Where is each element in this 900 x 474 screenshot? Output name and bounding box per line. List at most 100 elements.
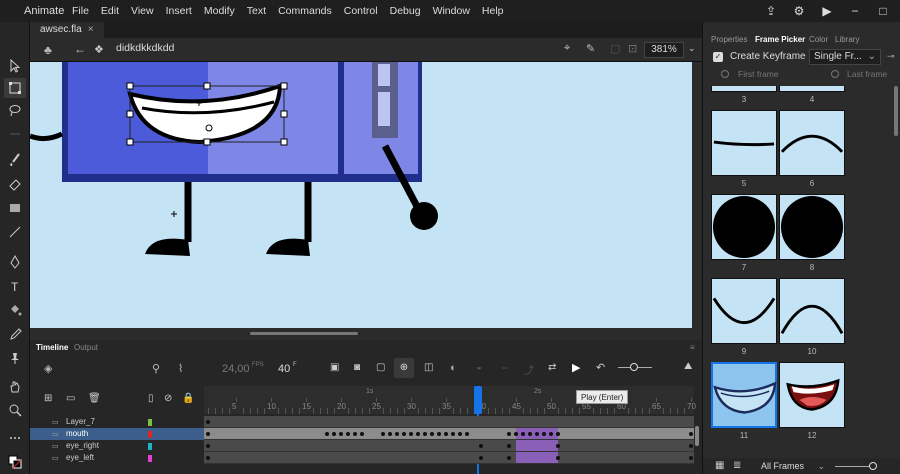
keyframe-dot[interactable] <box>514 432 518 436</box>
frame-thumbnail[interactable] <box>779 86 845 92</box>
auto-keyframe-icon[interactable]: ⊕ <box>394 358 414 378</box>
keyframe-dot[interactable] <box>388 432 392 436</box>
layer-row-eye-right[interactable]: ▭ eye_right <box>30 440 204 452</box>
create-keyframe-checkbox[interactable]: ✓ <box>713 52 723 62</box>
menu-insert[interactable]: Insert <box>160 5 198 17</box>
swap-icon[interactable]: ⇔ <box>500 362 510 373</box>
keyframe-dot[interactable] <box>339 432 343 436</box>
frame-row[interactable] <box>204 440 694 452</box>
menu-control[interactable]: Control <box>338 5 384 17</box>
layer-name[interactable]: Layer_7 <box>66 417 95 426</box>
thumbs-scrollbar-thumb[interactable] <box>894 86 898 136</box>
keyframe-dot[interactable] <box>451 432 455 436</box>
scrollbar-thumb[interactable] <box>250 332 358 335</box>
stage-vertical-scrollbar[interactable] <box>692 62 702 328</box>
line-tool-icon[interactable] <box>4 222 26 242</box>
keyframe-dot[interactable] <box>507 444 511 448</box>
fit-timeline-icon[interactable]: ⛰ <box>684 361 692 372</box>
keyframe-dot[interactable] <box>395 432 399 436</box>
layer-parenting-icon[interactable]: ⚲ <box>152 362 160 375</box>
current-frame-value[interactable]: 40 <box>278 363 290 375</box>
share-icon[interactable]: ⇪ <box>764 4 778 18</box>
first-frame-radio[interactable] <box>721 70 729 78</box>
keyframe-dot[interactable] <box>556 432 560 436</box>
pen-tool-icon[interactable] <box>4 252 26 272</box>
new-layer-icon[interactable]: ⊞ <box>44 393 52 404</box>
scene-icon[interactable]: ♣ <box>44 43 52 57</box>
layer-name[interactable]: mouth <box>66 429 88 438</box>
layer-row-eye-left[interactable]: ▭ eye_left <box>30 452 204 464</box>
menu-window[interactable]: Window <box>427 5 476 17</box>
rectangle-tool-icon[interactable] <box>4 198 26 218</box>
play-test-icon[interactable]: ▶ <box>820 4 834 18</box>
frame-row[interactable] <box>204 452 694 464</box>
tab-properties[interactable]: Properties <box>711 35 747 44</box>
thumb-size-handle[interactable] <box>869 462 877 470</box>
create-tween-icon[interactable]: ◫ <box>424 362 433 373</box>
frame-thumbnail[interactable] <box>711 194 777 260</box>
mode-select[interactable]: Single Fr... ⌄ <box>809 49 881 65</box>
guide-icon[interactable]: ⤴ <box>524 362 534 377</box>
layer-color-swatch[interactable] <box>148 455 152 462</box>
keyframe-dot[interactable] <box>549 432 553 436</box>
frame-thumbnail[interactable] <box>779 194 845 260</box>
fps-value[interactable]: 24,00 <box>222 363 250 375</box>
keyframe-dot[interactable] <box>206 456 210 460</box>
keyframe-dot[interactable] <box>206 432 210 436</box>
keyframe-dot[interactable] <box>444 432 448 436</box>
insert-frame-icon[interactable]: ▣ <box>330 362 339 373</box>
lasso-tool-icon[interactable] <box>4 100 26 120</box>
layer-color-swatch[interactable] <box>148 419 152 426</box>
keyframe-dot[interactable] <box>325 432 329 436</box>
keyframe-dot[interactable] <box>360 432 364 436</box>
pin-tool-icon[interactable] <box>4 348 26 368</box>
keyframe-dot[interactable] <box>332 432 336 436</box>
last-frame-radio[interactable] <box>831 70 839 78</box>
frame-thumbnail[interactable] <box>711 110 777 176</box>
hide-icon[interactable]: ⊘ <box>164 393 172 404</box>
link-icon[interactable]: ⊸ <box>887 51 895 62</box>
keyframe-dot[interactable] <box>353 432 357 436</box>
brush-tool-icon[interactable] <box>4 150 26 170</box>
keyframe-dot[interactable] <box>535 432 539 436</box>
frame-thumbnail[interactable] <box>779 278 845 344</box>
layer-name[interactable]: eye_left <box>66 453 94 462</box>
maximize-icon[interactable]: □ <box>876 4 890 18</box>
new-folder-icon[interactable]: ▭ <box>66 393 75 404</box>
stage-canvas[interactable] <box>30 62 692 328</box>
delete-layer-icon[interactable]: 🗑 <box>88 393 101 404</box>
keyframe-dot[interactable] <box>206 444 210 448</box>
grid-view-icon[interactable]: ▦ <box>715 460 724 471</box>
keyframe-dot[interactable] <box>206 420 210 424</box>
list-view-icon[interactable]: ≣ <box>733 460 741 471</box>
keyframe-dot[interactable] <box>416 432 420 436</box>
menu-modify[interactable]: Modify <box>198 5 241 17</box>
playhead[interactable] <box>474 386 482 414</box>
zoom-tool-icon[interactable] <box>4 400 26 420</box>
menu-text[interactable]: Text <box>241 5 272 17</box>
zoom-select[interactable]: 381% <box>644 42 684 58</box>
frame-thumbnail[interactable] <box>711 362 777 428</box>
keyframe-dot[interactable] <box>346 432 350 436</box>
outline-icon[interactable]: ▯ <box>148 393 154 404</box>
insert-keyframe-icon[interactable]: ◙ <box>354 362 360 373</box>
rewind-icon[interactable]: ↶ <box>596 361 605 374</box>
frame-thumbnail[interactable] <box>779 110 845 176</box>
tab-library[interactable]: Library <box>835 35 859 44</box>
keyframe-dot[interactable] <box>689 444 693 448</box>
keyframe-dot[interactable] <box>402 432 406 436</box>
layer-color-swatch[interactable] <box>148 431 152 438</box>
close-icon[interactable]: × <box>88 24 94 35</box>
menu-edit[interactable]: Edit <box>95 5 125 17</box>
frame-thumbnail[interactable] <box>711 278 777 344</box>
keyframe-dot[interactable] <box>556 444 560 448</box>
keyframe-dot[interactable] <box>542 432 546 436</box>
keyframe-dot[interactable] <box>521 432 525 436</box>
clip-stage-icon[interactable]: ▢ <box>610 42 620 55</box>
keyframe-dot[interactable] <box>479 444 483 448</box>
stage-horizontal-scrollbar[interactable] <box>30 328 702 340</box>
free-transform-tool-icon[interactable] <box>4 78 26 98</box>
keyframe-dot[interactable] <box>423 432 427 436</box>
hand-tool-icon[interactable] <box>4 376 26 396</box>
layer-row-layer-7[interactable]: ▭ Layer_7 <box>30 416 204 428</box>
